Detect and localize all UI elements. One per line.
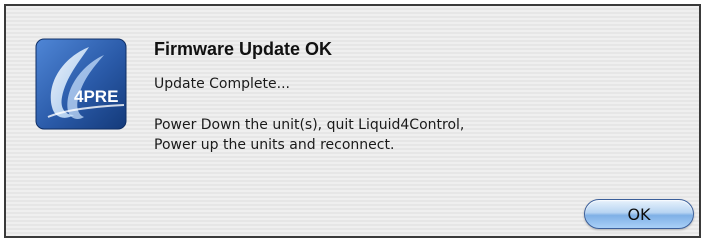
message-line: Power Down the unit(s), quit Liquid4Cont… — [154, 117, 465, 133]
4pre-icon-label: 4PRE — [74, 87, 118, 106]
4pre-app-icon: 4PRE — [34, 37, 128, 131]
message-line: Power up the units and reconnect. — [154, 137, 395, 153]
dialog-subtitle: Update Complete... — [154, 76, 290, 92]
firmware-update-dialog: 4PRE Firmware Update OK Update Complete.… — [4, 4, 701, 238]
dialog-title: Firmware Update OK — [154, 39, 333, 59]
dialog-message: Power Down the unit(s), quit Liquid4Cont… — [154, 115, 464, 155]
ok-button[interactable]: OK — [584, 199, 694, 229]
